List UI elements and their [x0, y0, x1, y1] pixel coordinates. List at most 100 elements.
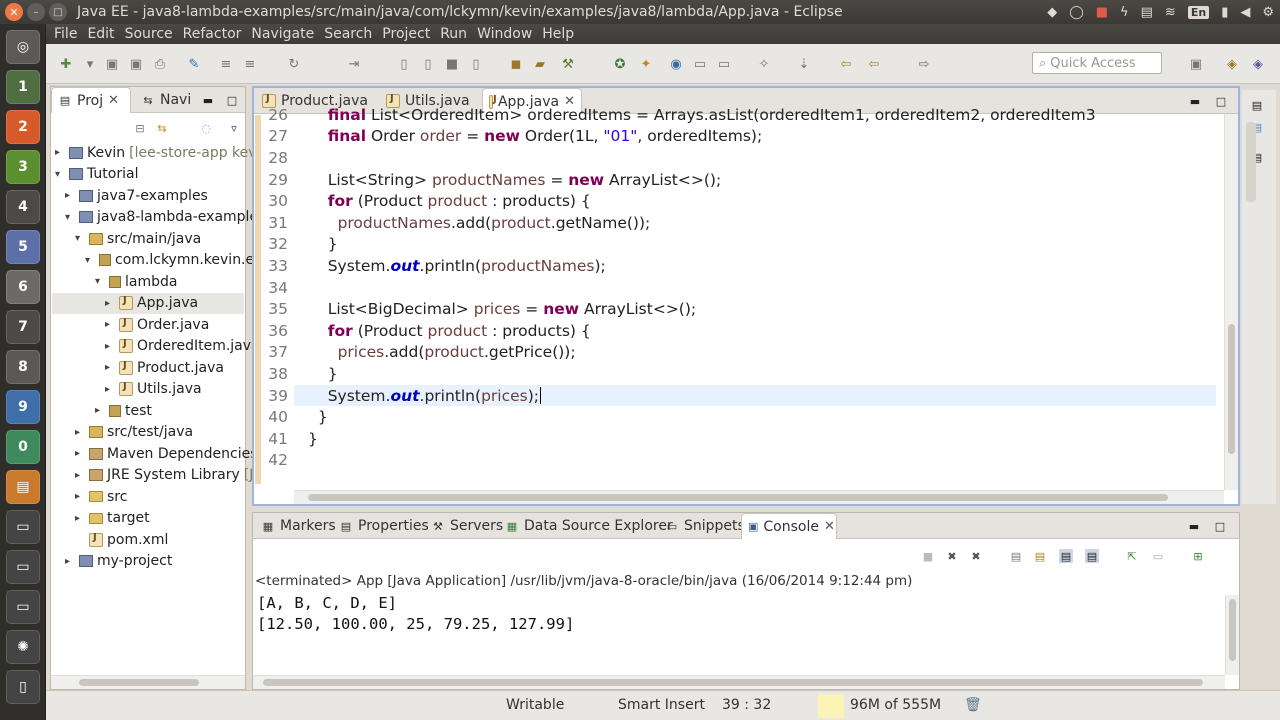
tree-item[interactable]: ▾ src/main/java — [75, 228, 201, 249]
tree-item[interactable]: ▸ Order.java — [105, 314, 209, 335]
menu-edit[interactable]: Edit — [87, 26, 114, 42]
collapsed-arrow-icon[interactable]: ▸ — [105, 319, 115, 330]
collapsed-arrow-icon[interactable]: ▸ — [75, 513, 85, 524]
tree-item[interactable]: ▾ java8-lambda-examples — [65, 207, 265, 228]
console-output[interactable]: [A, B, C, D, E] [12.50, 100.00, 25, 79.25… — [257, 593, 574, 635]
trash-icon[interactable]: ▯ — [6, 670, 40, 704]
code-line[interactable]: 39 System. out .println(prices); — [262, 385, 541, 407]
menu-file[interactable]: File — [54, 26, 77, 42]
clipboard-icon[interactable]: ▤ — [1141, 5, 1153, 20]
collapsed-arrow-icon[interactable]: ▸ — [75, 491, 85, 502]
tree-horizontal-scrollbar[interactable] — [51, 675, 245, 689]
launcher-item-8[interactable]: 8 — [6, 350, 40, 384]
minimize-window-button[interactable]: – — [27, 3, 45, 21]
forward-icon[interactable]: ⇨ — [916, 56, 932, 72]
tree-scroll-thumb[interactable] — [79, 679, 199, 686]
tree-item[interactable]: ▸ src — [75, 486, 127, 507]
code-line[interactable]: 34 — [262, 277, 308, 299]
tree-item[interactable]: ▾ com.lckymn.kevin.exa — [85, 250, 271, 271]
code-line[interactable]: 33 System. out .println(productNames); — [262, 255, 606, 277]
code-line[interactable]: 28 — [262, 147, 308, 169]
close-window-button[interactable]: ✕ — [5, 3, 23, 21]
minimize-editor-icon[interactable]: ▬ — [1188, 94, 1202, 108]
launcher-item-7[interactable]: 7 — [6, 310, 40, 344]
console-hscroll-thumb[interactable] — [263, 679, 1203, 686]
tab-properties[interactable]: ▤ Properties — [333, 513, 435, 539]
dash-home-icon[interactable]: ◎ — [6, 30, 40, 64]
code-line[interactable]: 31 productNames .add(product .getName()); — [262, 212, 650, 234]
toggle-mark-icon[interactable]: ≡ — [218, 56, 234, 72]
editor-vertical-scrollbar[interactable] — [1224, 114, 1238, 490]
collapsed-arrow-icon[interactable]: ▸ — [75, 448, 85, 459]
refresh-icon[interactable]: ↻ — [286, 56, 302, 72]
terminal-icon[interactable]: ▭ — [6, 510, 40, 544]
power-indicator-icon[interactable]: ϟ — [1120, 5, 1129, 20]
launcher-item-3[interactable]: 3 — [6, 150, 40, 184]
tab-project-explorer[interactable]: ▤ Proj ✕ — [51, 87, 131, 113]
console-vertical-scrollbar[interactable] — [1225, 595, 1239, 675]
keyboard-layout[interactable]: En — [1187, 5, 1210, 19]
maximize-window-button[interactable]: □ — [49, 3, 67, 21]
launcher-item-6[interactable]: 6 — [6, 270, 40, 304]
tree-item[interactable]: ▸ Maven Dependencies — [75, 443, 258, 464]
open-console-icon[interactable]: ⊞ — [1191, 549, 1205, 563]
menu-run[interactable]: Run — [440, 26, 467, 42]
display-console-icon[interactable]: ▭ — [1151, 549, 1165, 563]
new-icon[interactable]: ✚ — [58, 56, 74, 72]
settings-gear-icon[interactable]: ⚙ — [1262, 5, 1274, 20]
code-line[interactable]: 37 prices .add(product .getPrice()); — [262, 342, 575, 364]
collapsed-arrow-icon[interactable]: ▸ — [95, 405, 105, 416]
tree-item[interactable]: ▸ OrderedItem.java — [105, 336, 260, 357]
collapsed-arrow-icon[interactable]: ▸ — [105, 298, 115, 309]
expanded-arrow-icon[interactable]: ▾ — [85, 255, 95, 266]
app2-icon[interactable]: ✺ — [6, 630, 40, 664]
menu-project[interactable]: Project — [382, 26, 430, 42]
code-line[interactable]: 30 for (Product product : products) { — [262, 190, 591, 212]
outline-icon[interactable]: ▤ — [1250, 98, 1264, 112]
code-line[interactable]: 38 } — [262, 363, 337, 385]
collapsed-arrow-icon[interactable]: ▸ — [105, 384, 115, 395]
link-editor-icon[interactable]: ⇆ — [155, 121, 169, 135]
show-on-error-icon[interactable]: ▤ — [1085, 549, 1099, 563]
files-icon[interactable]: ▤ — [6, 470, 40, 504]
collapsed-arrow-icon[interactable]: ▸ — [75, 427, 85, 438]
open-type-icon[interactable]: ▭ — [716, 56, 732, 72]
menu-window[interactable]: Window — [477, 26, 532, 42]
tab-console[interactable]: ▣ Console ✕ — [741, 513, 837, 539]
console-horizontal-scrollbar[interactable] — [253, 675, 1225, 689]
code-line[interactable]: 29 List<String> productNames = new Array… — [262, 169, 721, 191]
tree-item[interactable]: pom.xml — [75, 529, 168, 550]
view-menu-icon[interactable]: ▿ — [227, 121, 241, 135]
console-scroll-thumb[interactable] — [1229, 599, 1236, 661]
dropdown-icon[interactable]: ▾ — [82, 56, 98, 72]
open-perspective-icon[interactable]: ▣ — [1188, 56, 1204, 72]
tab-snippets[interactable]: ▭ Snippets — [659, 513, 751, 539]
maximize-editor-icon[interactable]: □ — [1214, 94, 1228, 108]
resume-icon[interactable]: ▯ — [396, 56, 412, 72]
open-folder-icon[interactable]: ▰ — [532, 56, 548, 72]
pin-console-icon[interactable]: ⇱ — [1125, 549, 1139, 563]
collapsed-arrow-icon[interactable]: ▸ — [55, 147, 65, 158]
gc-trash-icon[interactable]: 🗑 — [964, 697, 982, 713]
launcher-item-2[interactable]: 2 — [6, 110, 40, 144]
code-line[interactable]: 42 — [262, 450, 308, 472]
collapsed-arrow-icon[interactable]: ▸ — [105, 341, 115, 352]
expanded-arrow-icon[interactable]: ▾ — [95, 276, 105, 287]
overview-scroll[interactable] — [1246, 122, 1256, 202]
tab-navigator[interactable]: ⇆ Navi — [135, 87, 205, 113]
editor-horizontal-scrollbar[interactable] — [294, 490, 1224, 504]
scroll-lock-icon[interactable]: ▤ — [1033, 549, 1047, 563]
code-line[interactable]: 36 for (Product product : products) { — [262, 320, 591, 342]
close-tab-icon[interactable]: ✕ — [108, 93, 119, 108]
clear-console-icon[interactable]: ▤ — [1009, 549, 1023, 563]
remove-launch-icon[interactable]: ✖ — [945, 549, 959, 563]
connect-icon[interactable]: ✎ — [186, 56, 202, 72]
launcher-item-1[interactable]: 1 — [6, 70, 40, 104]
step-icon[interactable]: ⇥ — [346, 56, 362, 72]
code-line[interactable]: 40 } — [262, 406, 327, 428]
coverage-icon[interactable]: ◉ — [668, 56, 684, 72]
collapsed-arrow-icon[interactable]: ▸ — [75, 470, 85, 481]
tree-item[interactable]: ▸ java7-examples — [65, 185, 208, 206]
menu-search[interactable]: Search — [324, 26, 372, 42]
disconnect-icon[interactable]: ▯ — [468, 56, 484, 72]
